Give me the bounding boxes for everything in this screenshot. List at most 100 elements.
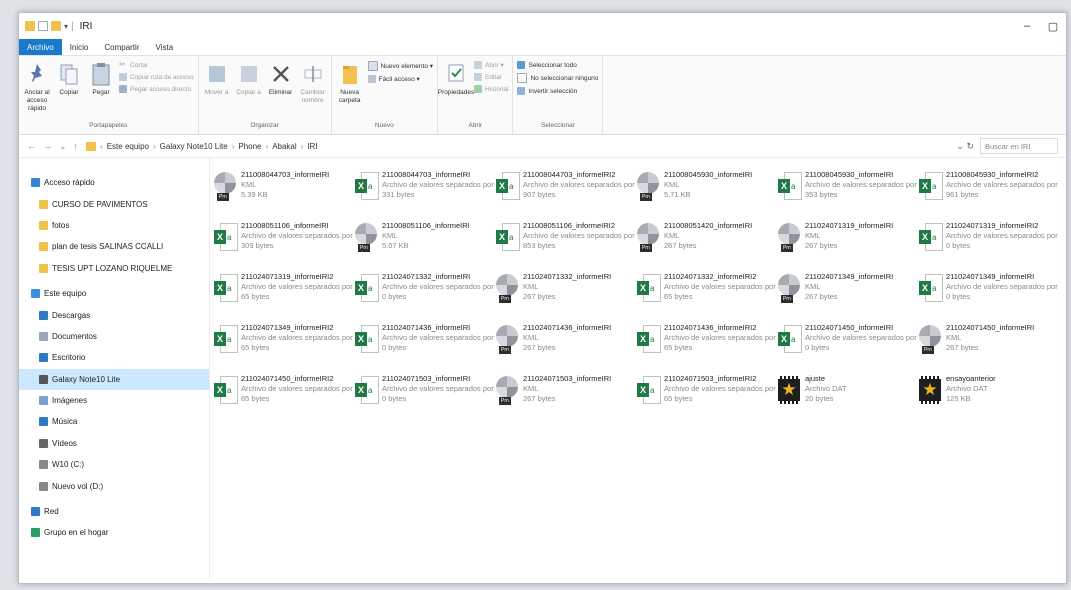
- file-item[interactable]: Xa 211024071332_informeIRI2 Archivo de val…: [637, 272, 778, 323]
- cut-button[interactable]: ✂ Cortar: [119, 61, 194, 69]
- select-none-button[interactable]: No seleccionar ninguno: [517, 73, 598, 83]
- paste-shortcut-button[interactable]: Pegar acceso directo: [119, 85, 194, 93]
- history-button[interactable]: Historial: [474, 85, 508, 93]
- sidebar-item[interactable]: Documentos: [19, 326, 209, 347]
- file-type: Archivo de valores separados por ...: [946, 282, 1060, 291]
- edit-icon: [474, 73, 482, 81]
- file-item[interactable]: Xa 211024071503_informeIRI Archivo de valo…: [355, 374, 496, 425]
- sidebar-item[interactable]: W10 (C:): [19, 454, 209, 475]
- tab-inicio[interactable]: Inicio: [62, 39, 97, 55]
- sidebar-item[interactable]: Descargas: [19, 304, 209, 325]
- file-item[interactable]: Xa 211024071332_informeIRI Archivo de valo…: [355, 272, 496, 323]
- refresh-icon[interactable]: ⌄ ↻: [956, 141, 974, 152]
- file-item[interactable]: Xa 211008045930_informeIRI Archivo de valo…: [778, 170, 919, 221]
- sidebar-item[interactable]: Vídeos: [19, 433, 209, 454]
- new-folder-icon[interactable]: [51, 21, 61, 31]
- copy-to-button[interactable]: Copiar a: [235, 58, 263, 97]
- file-item[interactable]: Prn 211008045930_informeIRI KML 5.71 KB: [637, 170, 778, 221]
- crumb-phone[interactable]: Phone: [238, 142, 261, 151]
- new-item-button[interactable]: Nuevo elemento ▾: [367, 61, 433, 71]
- file-item[interactable]: Xa 211008051106_informeIRI Archivo de valo…: [214, 221, 355, 272]
- restore-button[interactable]: ▢: [1040, 20, 1066, 33]
- select-all-button[interactable]: Seleccionar todo: [517, 61, 598, 69]
- excel-csv-icon: Xa: [778, 325, 802, 355]
- sidebar-item[interactable]: Nuevo vol (D:): [19, 475, 209, 496]
- file-type: KML: [523, 333, 539, 342]
- rename-button[interactable]: Cambiar nombre: [299, 58, 327, 105]
- sidebar-item[interactable]: Acceso rápido: [19, 172, 209, 193]
- easy-access-button[interactable]: Fácil acceso ▾: [367, 75, 433, 83]
- file-item[interactable]: Xa 211024071450_informeIRI2 Archivo de val…: [214, 374, 355, 425]
- search-input[interactable]: Buscar en IRI: [980, 138, 1058, 154]
- crumb-este-equipo[interactable]: Este equipo: [107, 142, 149, 151]
- group-abrir: Propiedades Abrir ▾ Editar Historial Abr…: [438, 56, 514, 134]
- file-item[interactable]: ★ ensayoanterior Archivo DAT 125 KB: [919, 374, 1060, 425]
- paste-button[interactable]: Pegar: [87, 58, 115, 97]
- file-item[interactable]: Xa 211024071319_informeIRI2 Archivo de val…: [919, 221, 1060, 272]
- file-item[interactable]: Prn 211024071436_informeIRI KML 267 bytes: [496, 323, 637, 374]
- file-size: 0 bytes: [805, 343, 830, 352]
- file-size: 309 bytes: [241, 241, 274, 250]
- back-arrow-icon[interactable]: ←: [27, 141, 36, 152]
- sidebar-item[interactable]: Este equipo: [19, 283, 209, 304]
- tab-compartir[interactable]: Compartir: [96, 39, 147, 55]
- copy-button[interactable]: Copiar: [55, 58, 83, 97]
- properties-icon[interactable]: [38, 21, 48, 31]
- sidebar-item[interactable]: Escritorio: [19, 347, 209, 368]
- file-item[interactable]: Prn 211024071349_informeIRI KML 267 bytes: [778, 272, 919, 323]
- minimize-button[interactable]: –: [1014, 20, 1040, 33]
- crumb-galaxy[interactable]: Galaxy Note10 Lite: [160, 142, 228, 151]
- file-item[interactable]: Xa 211008051106_informeIRI2 Archivo de val…: [496, 221, 637, 272]
- file-item[interactable]: Prn 211024071450_informeIRI KML 267 bytes: [919, 323, 1060, 374]
- sidebar-item[interactable]: Música: [19, 411, 209, 432]
- tab-archivo[interactable]: Archivo: [19, 39, 62, 55]
- copy-path-button[interactable]: Copiar ruta de acceso: [119, 73, 194, 81]
- kml-file-icon: Prn: [778, 223, 800, 253]
- up-arrow-icon[interactable]: ↑: [74, 141, 79, 152]
- sidebar-item[interactable]: Red: [19, 501, 209, 522]
- forward-arrow-icon[interactable]: →: [43, 141, 52, 152]
- pin-quick-access-button[interactable]: Anclar al acceso rápido: [23, 58, 51, 113]
- file-item[interactable]: Xa 211024071436_informeIRI Archivo de valo…: [355, 323, 496, 374]
- sidebar-item[interactable]: plan de tesis SALINAS CCALLI: [19, 236, 209, 257]
- recent-chevron-icon[interactable]: ⌄: [59, 141, 67, 152]
- file-item[interactable]: ★ ajuste Archivo DAT 20 bytes: [778, 374, 919, 425]
- crumb-abakal[interactable]: Abakal: [272, 142, 296, 151]
- sidebar-item[interactable]: fotos: [19, 215, 209, 236]
- file-item[interactable]: Xa 211008044703_informeIRI2 Archivo de val…: [496, 170, 637, 221]
- tab-vista[interactable]: Vista: [148, 39, 182, 55]
- properties-button[interactable]: Propiedades: [438, 58, 474, 97]
- file-item[interactable]: Xa 211008044703_informeIRI Archivo de valo…: [355, 170, 496, 221]
- move-to-button[interactable]: Mover a: [203, 58, 231, 97]
- edit-button[interactable]: Editar: [474, 73, 508, 81]
- open-button[interactable]: Abrir ▾: [474, 61, 508, 69]
- group-label: Abrir: [468, 122, 483, 129]
- crumb-iri[interactable]: IRI: [307, 142, 317, 151]
- file-item[interactable]: Prn 211008051106_informeIRI KML 5.07 KB: [355, 221, 496, 272]
- excel-csv-icon: Xa: [355, 274, 379, 304]
- sidebar-item[interactable]: Grupo en el hogar: [19, 522, 209, 543]
- file-size: 65 bytes: [241, 343, 270, 352]
- file-item[interactable]: Xa 211024071349_informeIRI2 Archivo de val…: [214, 323, 355, 374]
- file-item[interactable]: Prn 211024071503_informeIRI KML 267 bytes: [496, 374, 637, 425]
- invert-selection-button[interactable]: Invertir selección: [517, 87, 598, 95]
- delete-button[interactable]: Eliminar: [267, 58, 295, 97]
- file-item[interactable]: Xa 211024071450_informeIRI Archivo de valo…: [778, 323, 919, 374]
- file-item[interactable]: Prn 211024071319_informeIRI KML 267 bytes: [778, 221, 919, 272]
- file-item[interactable]: Prn 211008044703_informeIRI KML 5.39 KB: [214, 170, 355, 221]
- file-item[interactable]: Xa 211024071503_informeIRI2 Archivo de val…: [637, 374, 778, 425]
- network-icon: [31, 507, 40, 517]
- file-item[interactable]: Prn 211008051420_informeIRI KML 267 bytes: [637, 221, 778, 272]
- sidebar-item[interactable]: Imágenes: [19, 390, 209, 411]
- file-item[interactable]: Xa 211024071436_informeIRI2 Archivo de val…: [637, 323, 778, 374]
- sidebar-item[interactable]: Galaxy Note10 Lite: [19, 368, 209, 390]
- sidebar-item[interactable]: TESIS UPT LOZANO RIQUELME: [19, 258, 209, 279]
- file-item[interactable]: Prn 211024071332_informeIRI KML 267 bytes: [496, 272, 637, 323]
- file-item[interactable]: Xa 211024071319_informeIRI2 Archivo de val…: [214, 272, 355, 323]
- sidebar-item[interactable]: CURSO DE PAVIMENTOS: [19, 193, 209, 214]
- new-folder-button[interactable]: Nueva carpeta: [336, 58, 364, 105]
- file-item[interactable]: Xa 211008045930_informeIRI2 Archivo de val…: [919, 170, 1060, 221]
- breadcrumb[interactable]: › Este equipo › Galaxy Note10 Lite › Phone…: [86, 141, 318, 151]
- file-item[interactable]: Xa 211024071349_informeIRI Archivo de valo…: [919, 272, 1060, 323]
- customize-toolbar-icon[interactable]: ▾: [64, 22, 68, 31]
